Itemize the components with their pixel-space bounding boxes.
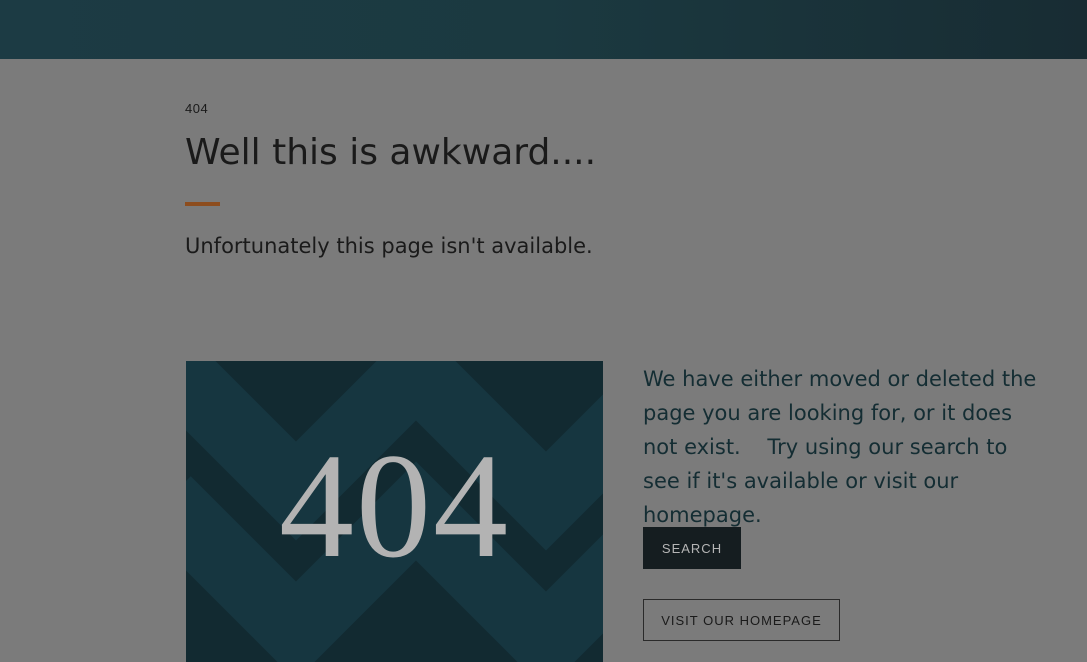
accent-divider (185, 202, 220, 206)
visit-homepage-button[interactable]: VISIT OUR HOMEPAGE (643, 599, 840, 641)
site-header-bar (0, 0, 1087, 59)
search-button[interactable]: SEARCH (643, 527, 741, 569)
error-message: We have either moved or deleted the page… (643, 367, 1043, 527)
hero-404-text: 404 (279, 423, 510, 589)
error-code-label: 404 (185, 101, 209, 116)
page-subtitle: Unfortunately this page isn't available. (185, 234, 593, 258)
error-hero-image: 404 (186, 361, 603, 662)
page-title: Well this is awkward.... (185, 132, 597, 173)
